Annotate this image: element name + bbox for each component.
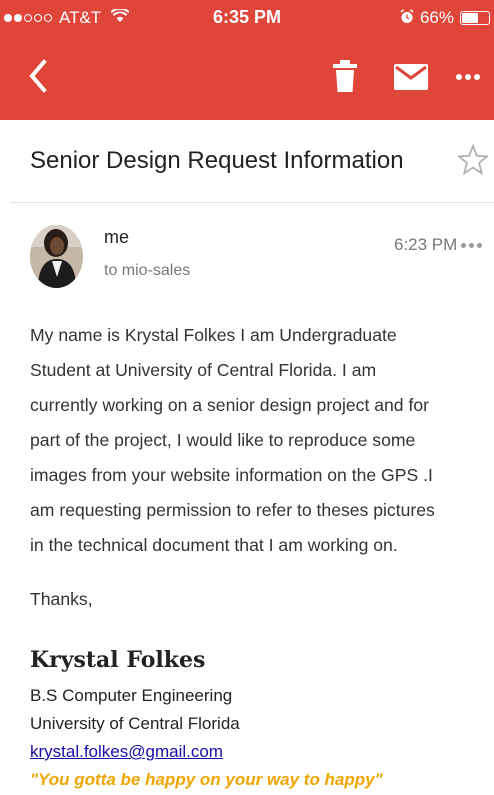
body-line: am requesting permission to refer to the… <box>30 500 435 520</box>
recipient-line[interactable]: to mio-sales <box>104 262 190 280</box>
body-line: Student at University of Central Florida… <box>30 360 377 380</box>
status-right: 66% <box>400 8 490 28</box>
trash-icon <box>333 60 357 92</box>
more-options-button[interactable] <box>456 70 486 84</box>
envelope-icon <box>394 64 428 90</box>
avatar[interactable] <box>30 225 83 288</box>
star-icon <box>456 143 490 176</box>
body-line: My name is Krystal Folkes I am Undergrad… <box>30 325 397 345</box>
back-button[interactable] <box>22 56 58 96</box>
body-line: part of the project, I would like to rep… <box>30 430 416 450</box>
email-body: My name is Krystal Folkes I am Undergrad… <box>30 318 490 563</box>
signature-email-link[interactable]: krystal.folkes@gmail.com <box>30 742 223 762</box>
signature-name: Krystal Folkes <box>30 647 206 673</box>
email-subject: Senior Design Request Information <box>30 147 404 174</box>
mark-unread-button[interactable] <box>394 64 428 90</box>
battery-icon <box>460 11 490 25</box>
delete-button[interactable] <box>330 58 360 96</box>
message-more-button[interactable] <box>461 238 489 252</box>
signature-university: University of Central Florida <box>30 714 240 733</box>
signature-degree: B.S Computer Engineering <box>30 686 233 705</box>
subject-row: Senior Design Request Information <box>0 130 494 194</box>
email-closing: Thanks, <box>30 589 93 609</box>
email-toolbar <box>0 40 494 116</box>
body-line: in the technical document that I am work… <box>30 535 398 555</box>
battery-percent: 66% <box>419 8 454 27</box>
status-bar: AT&T 6:35 PM 66% <box>0 0 494 36</box>
star-button[interactable] <box>456 143 490 176</box>
body-line: currently working on a senior design pro… <box>30 395 430 415</box>
subject-divider <box>10 202 494 203</box>
signature-quote: "You gotta be happy on your way to happy… <box>30 770 383 789</box>
message-time: 6:23 PM <box>394 235 458 254</box>
alarm-clock-icon <box>400 8 414 28</box>
app-header: AT&T 6:35 PM 66% <box>0 0 494 120</box>
chevron-left-icon <box>29 59 47 93</box>
battery-fill <box>462 13 479 23</box>
body-line: images from your website information on … <box>30 465 433 485</box>
sender-name: me <box>104 227 130 247</box>
